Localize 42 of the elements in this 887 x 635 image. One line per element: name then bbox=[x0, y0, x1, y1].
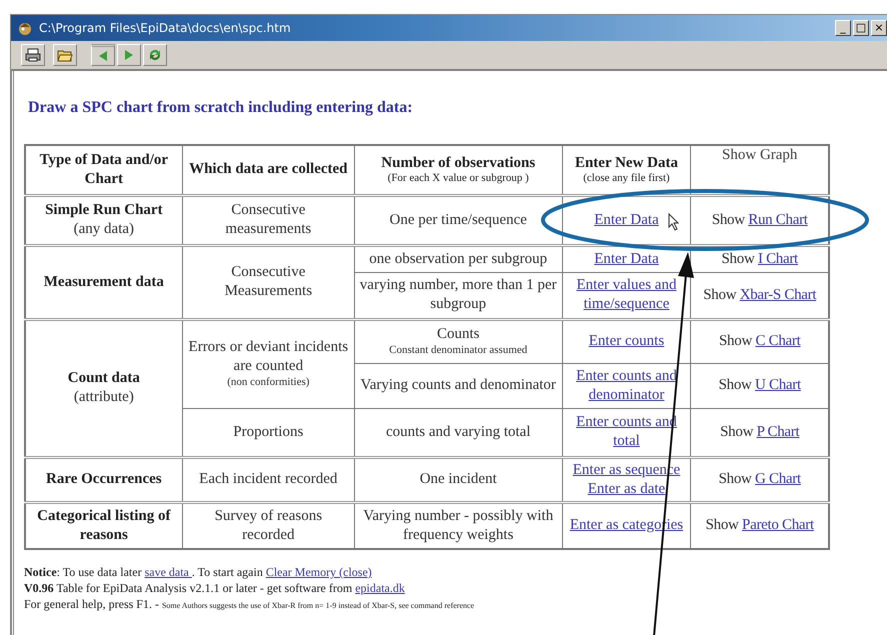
footer-link[interactable]: epidata.dk bbox=[355, 581, 405, 595]
show-chart-link[interactable]: Xbar-S Chart bbox=[740, 286, 816, 303]
enter-data-link[interactable]: Enter as date bbox=[588, 480, 666, 498]
refresh-icon bbox=[147, 47, 163, 63]
forward-button[interactable] bbox=[117, 44, 141, 66]
show-chart-link[interactable]: G Chart bbox=[755, 471, 801, 488]
observations-cell: Counts Constant denominator assumed bbox=[354, 319, 562, 363]
window-title: C:\Program Files\EpiData\docs\en\spc.htm bbox=[39, 21, 291, 35]
footer-link[interactable]: save data bbox=[144, 565, 192, 579]
show-chart-link[interactable]: Run Chart bbox=[748, 212, 808, 228]
show-label: Show bbox=[722, 250, 754, 267]
close-button[interactable]: × bbox=[871, 20, 887, 36]
show-label: Show bbox=[712, 212, 745, 228]
show-label: Show bbox=[719, 333, 752, 350]
mouse-pointer-icon bbox=[668, 212, 680, 230]
show-chart-link[interactable]: U Chart bbox=[755, 377, 801, 394]
show-label: Show bbox=[718, 377, 752, 394]
printer-icon bbox=[25, 47, 41, 63]
show-label: Show bbox=[703, 286, 736, 303]
show-label: Show bbox=[718, 471, 752, 488]
refresh-button[interactable] bbox=[143, 44, 167, 66]
collected-cell: Errors or deviant incidents are counted (non conformities) bbox=[182, 319, 354, 408]
footer-text: Notice: To use data later save data . To start again Clear Memory (close) bbox=[24, 564, 373, 580]
minimize-button[interactable]: _ bbox=[835, 20, 851, 36]
back-button[interactable] bbox=[91, 44, 115, 66]
enter-data-link[interactable]: Enter Data bbox=[594, 210, 659, 230]
print-button[interactable] bbox=[21, 44, 45, 66]
page-heading: Draw a SPC chart from scratch including entering data: bbox=[28, 99, 414, 117]
observations-cell: one observation per subgroup bbox=[354, 245, 562, 272]
show-chart-link[interactable]: P Chart bbox=[756, 424, 800, 440]
show-chart-link[interactable]: Pareto Chart bbox=[742, 517, 814, 534]
observations-cell: Varying counts and denominator bbox=[354, 363, 562, 408]
footer-link[interactable]: Clear Memory (close) bbox=[266, 565, 372, 579]
show-label: Show bbox=[706, 517, 739, 534]
footer-text: For general help, press F1. - Some Authors suggests the use of Xbar-R from n= 1-9 instead of Xbar-S, see command reference bbox=[24, 596, 476, 613]
maximize-button[interactable]: □ bbox=[853, 20, 869, 36]
footer-text: V0.96 Table for EpiData Analysis v2.1.1 or later - get software from epidata.dk bbox=[24, 580, 406, 596]
show-label: Show bbox=[720, 424, 754, 440]
open-button[interactable] bbox=[53, 44, 77, 66]
app-icon bbox=[17, 20, 33, 36]
show-chart-link[interactable]: C Chart bbox=[755, 333, 800, 350]
show-chart-link[interactable]: I Chart bbox=[758, 250, 798, 267]
